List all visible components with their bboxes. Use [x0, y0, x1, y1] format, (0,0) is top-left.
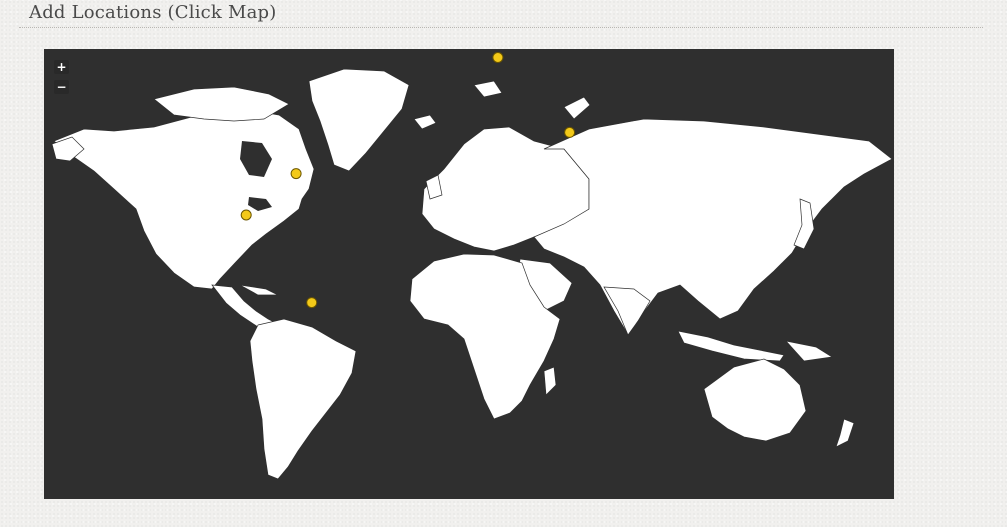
land-north-america — [53, 108, 315, 290]
land-cuba — [239, 284, 279, 296]
zoom-out-button[interactable]: − — [54, 80, 69, 94]
section-title: Add Locations (Click Map) — [29, 2, 277, 23]
land-new-zealand — [835, 418, 855, 448]
land-south-america — [249, 318, 357, 480]
land-masses[interactable] — [51, 68, 893, 480]
land-greenland — [308, 68, 410, 172]
land-australia — [703, 358, 807, 442]
location-marker-northern-scandinavia[interactable] — [492, 52, 504, 63]
land-iceland — [413, 114, 437, 130]
land-svalbard — [473, 80, 503, 98]
location-marker-northern-venezuela[interactable] — [306, 297, 318, 309]
location-marker-quebec-canada[interactable] — [290, 168, 302, 180]
land-arctic-archipelago — [153, 86, 290, 122]
land-madagascar — [543, 366, 557, 396]
land-asia — [533, 118, 893, 332]
location-marker-western-russia[interactable] — [564, 126, 576, 138]
land-indonesia — [677, 330, 785, 362]
world-map-canvas[interactable] — [44, 49, 894, 499]
location-marker-central-united-states[interactable] — [240, 209, 252, 221]
land-new-guinea — [785, 340, 833, 362]
zoom-in-button[interactable]: + — [54, 60, 69, 74]
title-divider — [19, 27, 983, 28]
world-map[interactable]: + − — [44, 49, 894, 499]
land-novaya-zemlya — [563, 96, 591, 120]
